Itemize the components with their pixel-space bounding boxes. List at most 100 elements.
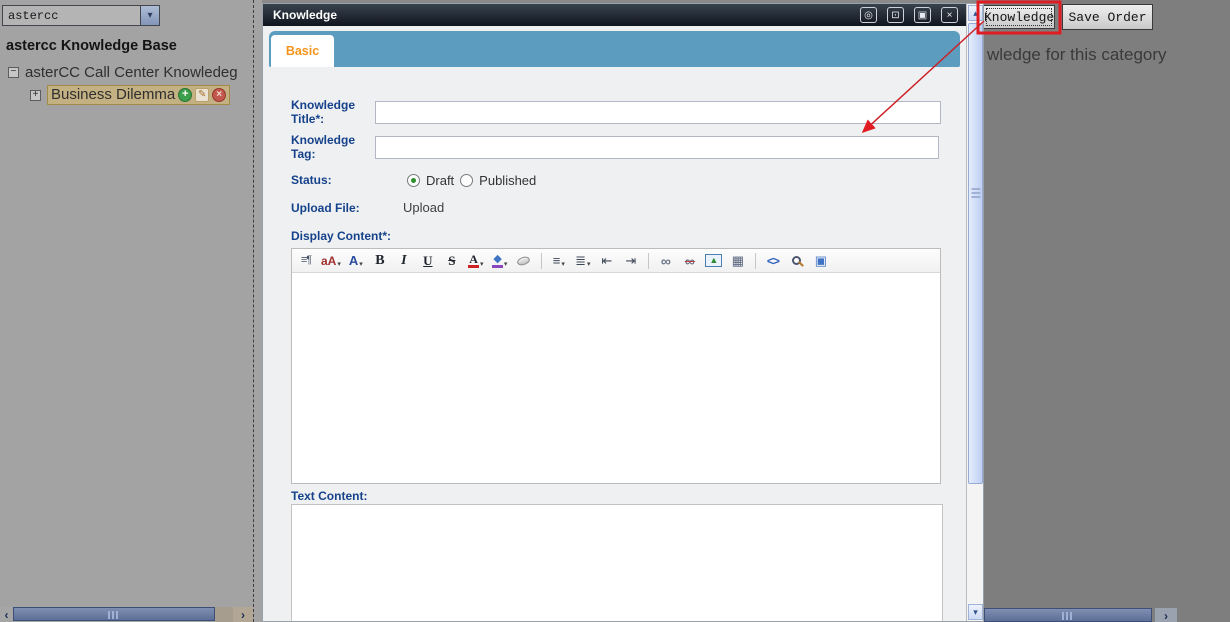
toolbar-glyph: U — [423, 253, 433, 268]
scrollbar-thumb[interactable] — [13, 607, 215, 621]
scrollbar-thumb[interactable] — [984, 608, 1152, 622]
toolbar-glyph: ≡ — [552, 253, 561, 268]
toolbar-separator — [647, 252, 649, 269]
fullscreen-icon[interactable]: ▣ — [812, 251, 830, 271]
font-family-icon[interactable]: aA ▾ — [321, 251, 341, 271]
close-icon[interactable]: × — [941, 7, 958, 23]
draft-radio-label[interactable]: Draft — [426, 173, 454, 188]
toolbar-glyph: A — [468, 252, 479, 268]
table-edit-icon[interactable]: ▦ — [729, 251, 747, 271]
expand-expander-icon[interactable]: + — [30, 89, 41, 101]
tree-node-highlight[interactable]: Business Dilemma + ✎ × — [47, 85, 231, 105]
tree-node-label[interactable]: Business Dilemma — [51, 86, 175, 103]
text-content-textarea[interactable] — [291, 504, 943, 621]
tree-node-business-dilemma[interactable]: + Business Dilemma + ✎ × — [30, 85, 231, 105]
sidebar-heading: astercc Knowledge Base — [6, 38, 177, 54]
toolbar-glyph: A — [348, 253, 359, 268]
toolbar-glyph: ◆ — [492, 253, 503, 268]
link-icon[interactable]: ∞ — [657, 251, 675, 271]
category-select-value: astercc — [8, 8, 59, 23]
right-panel: Knowledge Save Order wledge for this cat… — [984, 0, 1230, 622]
bg-color-icon[interactable]: ◆ ▾ — [491, 251, 509, 271]
collapse-expander-icon[interactable]: − — [8, 67, 19, 78]
upload-file-label: Upload File: — [291, 200, 360, 215]
toolbar-glyph: ▲ — [705, 254, 723, 267]
thumb-grip — [1062, 612, 1074, 620]
dropdown-caret-icon: ▾ — [503, 260, 508, 268]
published-radio[interactable] — [460, 173, 474, 187]
thumb-grip — [971, 187, 980, 198]
tree-node-label[interactable]: asterCC Call Center Knowledeg — [25, 64, 238, 81]
paragraph-format-icon[interactable]: ≡¶ — [297, 251, 315, 271]
text-color-icon[interactable]: A ▾ — [467, 251, 485, 271]
strikethrough-icon[interactable]: S — [443, 251, 461, 271]
status-options: Draft Published — [407, 173, 536, 188]
collapse-icon[interactable]: ◎ — [860, 7, 877, 23]
dialog-body: Basic Knowledge Title*: Knowledge Tag: S… — [263, 26, 966, 621]
toolbar-glyph: ⇤ — [601, 253, 613, 268]
dropdown-caret-icon: ▾ — [587, 260, 591, 268]
toolbar-glyph: ≣ — [575, 253, 587, 268]
category-select[interactable]: astercc ▾ — [2, 5, 160, 26]
dialog-main: Knowledge ◎ ⊡ ▣ × Basic Knowledge Title*… — [263, 4, 966, 621]
knowledge-tag-label: Knowledge Tag: — [291, 133, 356, 161]
bold-icon[interactable]: B — [371, 251, 389, 271]
tab-basic[interactable]: Basic — [271, 35, 334, 67]
source-code-icon[interactable]: <> — [764, 251, 782, 271]
italic-icon[interactable]: I — [395, 251, 413, 271]
rich-text-editor: ≡¶ aA ▾ A ▾ B I U S A ▾ ◆ ▾ ≡ ▾ ≣ ▾ ⇤ ⇥ ∞ ∞ ▲ ▦ <> ▣ — [291, 248, 941, 484]
scroll-left-icon[interactable]: ‹ — [0, 607, 13, 622]
maximize-icon[interactable]: ⊡ — [887, 7, 904, 23]
editor-content-area[interactable] — [292, 273, 940, 483]
knowledge-title-label: Knowledge Title*: — [291, 98, 356, 126]
edit-icon[interactable]: ✎ — [195, 87, 210, 102]
scrollbar-thumb[interactable] — [968, 23, 983, 484]
knowledge-button[interactable]: Knowledge — [984, 5, 1055, 29]
knowledge-tag-input[interactable] — [375, 135, 939, 159]
draft-radio[interactable] — [407, 173, 420, 187]
underline-icon[interactable]: U — [419, 251, 437, 271]
toolbar-glyph: B — [375, 252, 385, 268]
remove-format-icon[interactable] — [515, 251, 533, 271]
toolbar-glyph: aA — [321, 253, 337, 268]
dropdown-caret-icon: ▾ — [561, 260, 565, 268]
knowledge-title-input[interactable] — [375, 100, 941, 124]
dialog-vertical-scrollbar[interactable]: ▴ ▾ — [966, 4, 983, 621]
scroll-up-icon[interactable]: ▴ — [968, 5, 983, 21]
text-content-label: Text Content: — [291, 489, 368, 503]
right-horizontal-scrollbar[interactable]: › — [984, 608, 1230, 622]
dialog-title: Knowledge — [273, 8, 338, 22]
scroll-right-icon[interactable]: › — [1155, 608, 1177, 622]
dropdown-caret-icon: ▾ — [337, 260, 341, 268]
published-radio-label[interactable]: Published — [479, 173, 536, 188]
toolbar-glyph: I — [401, 252, 407, 268]
unlink-icon[interactable]: ∞ — [681, 251, 699, 271]
image-icon[interactable]: ▲ — [705, 251, 723, 271]
toolbar-separator — [540, 252, 542, 269]
tree-node-root[interactable]: − asterCC Call Center Knowledeg — [8, 64, 238, 81]
dialog-titlebar[interactable]: Knowledge ◎ ⊡ ▣ × — [263, 4, 966, 26]
delete-icon[interactable]: × — [212, 87, 227, 102]
scrollbar-track[interactable] — [215, 607, 233, 622]
toolbar-glyph: S — [448, 253, 456, 268]
preview-icon[interactable] — [788, 251, 806, 271]
tab-strip: Basic — [269, 31, 960, 67]
sidebar-horizontal-scrollbar[interactable]: ‹ › — [0, 607, 253, 622]
thumb-grip — [108, 611, 120, 619]
category-caption: wledge for this category — [987, 45, 1167, 64]
chevron-down-icon[interactable]: ▾ — [140, 6, 159, 25]
scroll-down-icon[interactable]: ▾ — [968, 604, 983, 620]
list-icon[interactable]: ≣ ▾ — [574, 251, 592, 271]
outdent-icon[interactable]: ⇤ — [598, 251, 616, 271]
add-icon[interactable]: + — [178, 87, 193, 102]
indent-icon[interactable]: ⇥ — [622, 251, 640, 271]
toolbar-glyph: ⇥ — [625, 253, 637, 268]
scroll-right-icon[interactable]: › — [233, 607, 253, 622]
font-size-icon[interactable]: A ▾ — [347, 251, 365, 271]
upload-link[interactable]: Upload — [403, 200, 444, 215]
restore-icon[interactable]: ▣ — [914, 7, 931, 23]
align-icon[interactable]: ≡ ▾ — [550, 251, 568, 271]
toolbar-glyph: ▦ — [731, 253, 744, 268]
save-order-button[interactable]: Save Order — [1062, 4, 1153, 30]
toolbar-glyph: ∞ — [684, 252, 695, 269]
